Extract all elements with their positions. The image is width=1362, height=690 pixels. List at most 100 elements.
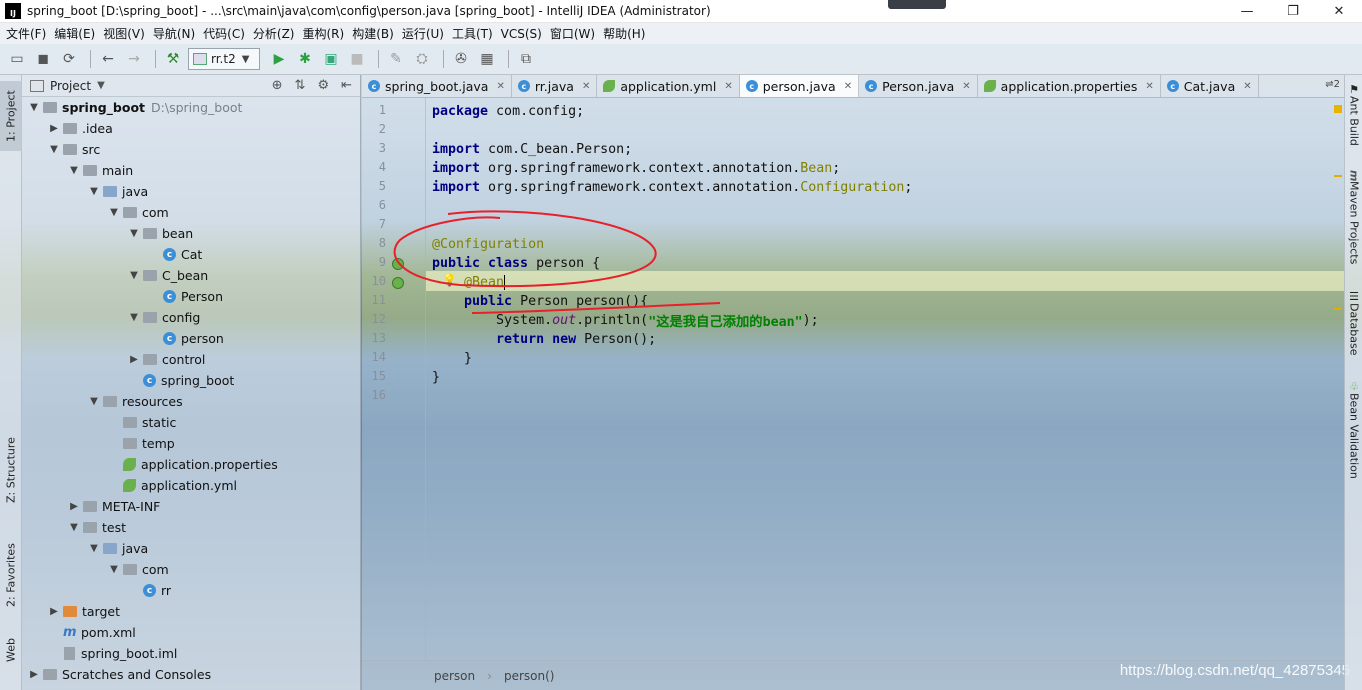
- tree-item[interactable]: ▶ control: [128, 349, 205, 370]
- menu-edit[interactable]: 编辑(E): [52, 25, 101, 42]
- expand-arrow-icon[interactable]: ▼: [48, 144, 60, 155]
- editor-tab[interactable]: c Cat.java ✕: [1161, 75, 1259, 97]
- menu-code[interactable]: 代码(C): [201, 25, 251, 42]
- editor-tab[interactable]: c spring_boot.java ✕: [362, 75, 512, 97]
- menu-window[interactable]: 窗口(W): [548, 25, 601, 42]
- tree-item[interactable]: ▼ config: [128, 307, 200, 328]
- close-tab-icon[interactable]: ✕: [496, 81, 504, 92]
- tab-overflow-indicator[interactable]: ⇌2: [1325, 79, 1340, 90]
- expand-arrow-icon[interactable]: ▼: [108, 564, 120, 575]
- spring-bean-gutter-icon[interactable]: [392, 258, 404, 270]
- tree-item[interactable]: ▶ target: [48, 601, 120, 622]
- menu-refactor[interactable]: 重构(R): [301, 25, 351, 42]
- tree-item[interactable]: m pom.xml: [48, 622, 136, 643]
- tree-item[interactable]: ▼ C_bean: [128, 265, 208, 286]
- run-configuration-select[interactable]: rr.t2 ▼: [188, 48, 260, 70]
- maximize-button[interactable]: ❐: [1270, 0, 1316, 23]
- debug-icon[interactable]: ✱: [294, 48, 316, 70]
- expand-arrow-icon[interactable]: ▼: [88, 396, 100, 407]
- tree-item[interactable]: c rr: [128, 580, 171, 601]
- close-tab-icon[interactable]: ✕: [1243, 81, 1251, 92]
- tool-tab-web[interactable]: Web: [0, 630, 22, 670]
- menu-navigate[interactable]: 导航(N): [151, 25, 201, 42]
- menu-build[interactable]: 构建(B): [350, 25, 400, 42]
- locate-icon[interactable]: ⊕: [272, 78, 283, 93]
- close-tab-icon[interactable]: ✕: [844, 81, 852, 92]
- tool-tab-bean-validation[interactable]: ♧ Bean Validation: [1345, 380, 1362, 490]
- back-arrow-icon[interactable]: ←: [97, 48, 119, 70]
- tree-item[interactable]: ▼ main: [68, 160, 133, 181]
- menu-file[interactable]: 文件(F): [4, 25, 52, 42]
- tree-item[interactable]: ▶ META-INF: [68, 496, 160, 517]
- collapse-arrow-icon[interactable]: ▶: [28, 669, 40, 680]
- collapse-arrow-icon[interactable]: ▶: [128, 354, 140, 365]
- close-button[interactable]: ✕: [1316, 0, 1362, 23]
- hammer-icon[interactable]: ⚒: [162, 48, 184, 70]
- sdk-icon[interactable]: ⧉: [515, 48, 537, 70]
- breadcrumb-class[interactable]: person: [434, 669, 475, 683]
- tree-item[interactable]: ▼ java: [88, 181, 148, 202]
- editor-tab[interactable]: c Person.java ✕: [859, 75, 978, 97]
- close-tab-icon[interactable]: ✕: [962, 81, 970, 92]
- hide-panel-icon[interactable]: ⇤: [341, 78, 352, 93]
- expand-arrow-icon[interactable]: ▼: [88, 186, 100, 197]
- editor-tab[interactable]: c person.java ✕: [739, 75, 860, 97]
- tool-tab-database[interactable]: ☰ Database: [1345, 290, 1362, 380]
- menu-vcs[interactable]: VCS(S): [499, 27, 548, 41]
- tree-item[interactable]: c spring_boot: [128, 370, 234, 391]
- error-stripe-marker[interactable]: [1334, 308, 1342, 310]
- collapse-arrow-icon[interactable]: ▶: [48, 606, 60, 617]
- project-panel-header[interactable]: Project ▼ ⊕ ⇅ ⚙ ⇤: [22, 75, 360, 97]
- save-icon[interactable]: ◼: [32, 48, 54, 70]
- collapse-arrow-icon[interactable]: ▶: [68, 501, 80, 512]
- editor-tab[interactable]: application.properties ✕: [978, 75, 1161, 97]
- tool-tab-project[interactable]: 1: Project: [0, 81, 22, 151]
- chevron-down-icon[interactable]: ▼: [97, 80, 105, 91]
- expand-arrow-icon[interactable]: ▼: [28, 102, 40, 113]
- stop-icon[interactable]: ■: [346, 48, 368, 70]
- sync-icon[interactable]: ⟳: [58, 48, 80, 70]
- tool-tab-ant-build[interactable]: ⚑ Ant Build: [1345, 83, 1362, 163]
- collapse-arrow-icon[interactable]: ▶: [48, 123, 60, 134]
- menu-tools[interactable]: 工具(T): [450, 25, 499, 42]
- structure-icon[interactable]: ▦: [476, 48, 498, 70]
- tree-item[interactable]: spring_boot.iml: [48, 643, 177, 664]
- terminal-icon[interactable]: ⛭: [411, 48, 433, 70]
- expand-arrow-icon[interactable]: ▼: [128, 270, 140, 281]
- tool-tab-favorites[interactable]: 2: Favorites: [0, 530, 22, 620]
- tree-item[interactable]: temp: [108, 433, 175, 454]
- tree-item[interactable]: ▼ spring_boot D:\spring_boot: [28, 97, 242, 118]
- tree-item[interactable]: ▼ bean: [128, 223, 193, 244]
- tree-item[interactable]: application.yml: [108, 475, 237, 496]
- expand-arrow-icon[interactable]: ▼: [68, 522, 80, 533]
- tree-item[interactable]: c Cat: [148, 244, 202, 265]
- tool-tab-maven-projects[interactable]: m Maven Projects: [1345, 170, 1362, 290]
- tree-item[interactable]: ▼ test: [68, 517, 126, 538]
- warning-marker[interactable]: [1334, 105, 1342, 113]
- tree-item[interactable]: ▶ Scratches and Consoles: [28, 664, 211, 685]
- expand-arrow-icon[interactable]: ▼: [128, 228, 140, 239]
- folder-open-icon[interactable]: ▭: [6, 48, 28, 70]
- collapse-all-icon[interactable]: ⇅: [295, 78, 306, 93]
- tree-item[interactable]: ▼ src: [48, 139, 100, 160]
- menu-help[interactable]: 帮助(H): [601, 25, 651, 42]
- expand-arrow-icon[interactable]: ▼: [68, 165, 80, 176]
- coverage-icon[interactable]: ▣: [320, 48, 342, 70]
- tree-item[interactable]: ▼ com: [108, 559, 169, 580]
- tree-item[interactable]: application.properties: [108, 454, 278, 475]
- tree-item[interactable]: ▼ java: [88, 538, 148, 559]
- tree-item[interactable]: ▼ resources: [88, 391, 182, 412]
- tool-tab-structure[interactable]: Z: Structure: [0, 430, 22, 510]
- menu-run[interactable]: 运行(U): [400, 25, 450, 42]
- close-tab-icon[interactable]: ✕: [724, 81, 732, 92]
- tree-item[interactable]: ▼ com: [108, 202, 169, 223]
- expand-arrow-icon[interactable]: ▼: [128, 312, 140, 323]
- run-icon[interactable]: ▶: [268, 48, 290, 70]
- close-tab-icon[interactable]: ✕: [1145, 81, 1153, 92]
- close-tab-icon[interactable]: ✕: [582, 81, 590, 92]
- editor-tab[interactable]: application.yml ✕: [597, 75, 740, 97]
- menu-analyze[interactable]: 分析(Z): [251, 25, 301, 42]
- spring-bean-gutter-icon[interactable]: [392, 277, 404, 289]
- expand-arrow-icon[interactable]: ▼: [108, 207, 120, 218]
- forward-arrow-icon[interactable]: →: [123, 48, 145, 70]
